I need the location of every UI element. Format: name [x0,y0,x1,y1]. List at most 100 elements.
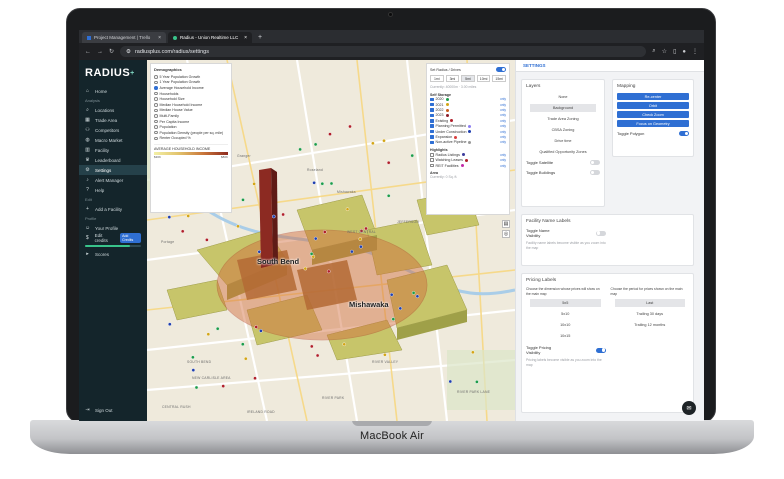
logo[interactable]: RADIUS + [79,60,147,86]
facility-marker[interactable] [309,252,314,256]
facility-marker[interactable] [382,138,386,143]
facility-marker[interactable] [252,182,256,186]
facility-marker[interactable] [410,153,415,158]
facility-marker[interactable] [383,352,387,357]
radius-option[interactable]: 5mi [461,75,475,82]
facility-marker[interactable] [253,376,257,381]
facility-marker[interactable] [309,344,314,349]
period-option[interactable]: Trailing 12 months [611,321,690,329]
only-link[interactable]: only [500,153,506,157]
layer-option[interactable]: None [526,93,600,101]
scores-link[interactable]: ▸ Scores [79,249,147,259]
menu-icon[interactable]: ⋮ [692,48,698,55]
facility-marker[interactable] [326,269,331,274]
toggle-buildings[interactable] [590,170,600,175]
checkbox[interactable] [430,97,434,102]
checkbox[interactable] [430,140,434,145]
bookmark-icon[interactable]: ☆ [662,48,667,55]
facility-marker[interactable] [241,198,245,202]
facility-marker[interactable] [448,379,453,384]
facility-marker[interactable] [312,181,316,185]
facility-marker[interactable] [389,292,394,297]
facility-marker[interactable] [358,237,363,241]
dimension-option[interactable]: 5x10 [526,310,605,318]
facility-marker[interactable] [206,332,211,337]
demographic-option[interactable]: Population Density (people per sq. mile) [154,130,228,136]
facility-marker[interactable] [215,326,220,331]
facility-marker[interactable] [350,249,354,254]
sign-out-button[interactable]: ⇥ Sign Out [79,405,147,415]
facility-marker[interactable] [313,236,318,241]
only-link[interactable]: only [500,108,506,112]
facility-marker[interactable] [241,342,245,347]
period-option[interactable]: Trailing 30 days [611,310,690,318]
only-link[interactable]: only [500,124,506,128]
facility-marker[interactable] [345,207,350,211]
facility-marker[interactable] [386,193,391,198]
dimension-option[interactable]: 5x5 [530,299,601,308]
sidebar-item-home[interactable]: ⌂ Home [79,86,147,96]
dimension-option[interactable]: 10x10 [526,321,605,329]
facility-marker[interactable] [328,132,332,136]
sidebar-item-leaderboard[interactable]: ♛ Leaderboard [79,155,147,165]
facility-marker[interactable] [221,384,225,388]
only-link[interactable]: only [500,103,506,107]
facility-marker[interactable] [322,230,327,234]
facility-marker[interactable] [167,215,172,219]
radio-button[interactable] [154,86,158,90]
facility-marker[interactable] [272,214,276,219]
add-credits-button[interactable]: Add Credits [120,233,141,243]
facility-marker[interactable] [342,342,346,347]
radio-button[interactable] [154,130,158,135]
layer-option[interactable]: CBSA Zoning [526,126,600,134]
dimension-option[interactable]: 10x15 [526,332,605,340]
facility-marker[interactable] [411,291,416,295]
checkbox[interactable] [430,129,434,134]
check-zoom-button[interactable]: Check Zoom [617,111,689,118]
sidebar-item-facility[interactable]: ▥ Facility [79,145,147,155]
sidebar-item-your-profile[interactable]: ☺ Your Profile [79,223,147,233]
facility-marker[interactable] [257,249,262,254]
map-view[interactable]: Demographics 5 Year Population Growth 1 Y… [147,60,515,421]
sidebar-item-help[interactable]: ? Help [79,185,147,195]
sidebar-item-alert-manager[interactable]: ♪ Alert Manager [79,175,147,185]
facility-marker[interactable] [320,181,325,186]
facility-marker[interactable] [191,355,195,360]
radio-button[interactable] [154,97,158,101]
radio-button[interactable] [154,114,158,118]
only-link[interactable]: only [500,164,506,168]
radius-option[interactable]: 15mi [492,75,506,82]
checkbox[interactable] [430,113,434,118]
checkbox[interactable] [430,135,434,139]
highlight-filter[interactable]: REIT Facilities only [430,163,506,168]
sidepanel-icon[interactable]: ▯ [673,48,676,55]
facility-marker[interactable] [259,329,263,333]
only-link[interactable]: only [500,140,506,144]
radius-option[interactable]: 10mi [476,75,491,82]
zoom-icon[interactable]: ⌕ [652,48,655,55]
facility-marker[interactable] [303,266,308,271]
only-link[interactable]: only [500,119,506,123]
facility-marker[interactable] [475,380,479,384]
layers-icon[interactable]: ▤ [502,220,510,228]
url-field[interactable]: ⚙ radiusplus.com/radius/settings [120,46,647,57]
facility-marker[interactable] [191,368,196,372]
checkbox[interactable] [430,124,434,128]
facility-marker[interactable] [194,385,199,390]
chat-icon[interactable]: ✉ [682,401,696,415]
new-tab-icon[interactable]: + [254,32,266,43]
radius-option[interactable]: 1mi [430,75,444,82]
period-option[interactable]: Last [614,299,685,308]
toggle-polygon[interactable] [679,131,689,136]
facility-marker[interactable] [180,229,185,234]
radio-button[interactable] [154,75,158,79]
browser-tab-trello[interactable]: Project Management | Trello × [82,32,166,43]
facility-marker[interactable] [391,317,396,321]
checkbox[interactable] [430,163,434,168]
reset-icon[interactable]: ◎ [502,230,510,238]
facility-marker[interactable] [236,224,240,229]
reload-icon[interactable]: ↻ [109,48,114,55]
facility-marker[interactable] [254,325,258,329]
only-link[interactable]: only [500,97,506,101]
toggle-name-visibility[interactable] [596,230,606,236]
